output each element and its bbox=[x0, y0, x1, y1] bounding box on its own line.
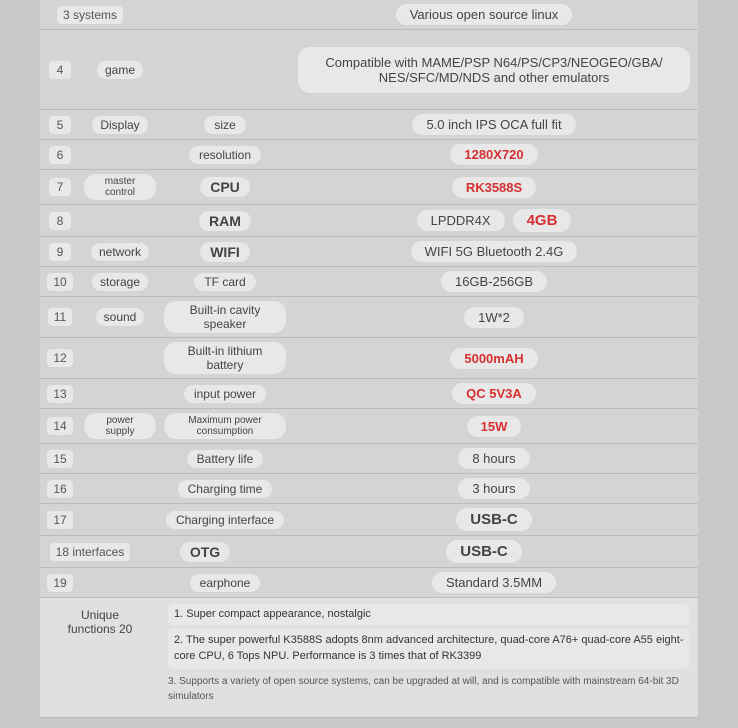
category-label: storage bbox=[92, 273, 148, 291]
unique-point: 2. The super powerful K3588S adopts 8nm … bbox=[168, 628, 690, 669]
category-label: network bbox=[91, 243, 149, 261]
row-number: 17 bbox=[47, 511, 72, 529]
subcategory-label: resolution bbox=[189, 146, 261, 164]
spec-table: 3 systems Various open source linux 4 game C… bbox=[40, 0, 698, 718]
table-row: 13 input power QC 5V3A bbox=[40, 379, 698, 409]
row-number: 3 systems bbox=[57, 6, 123, 24]
spec-value-secondary: 4GB bbox=[513, 209, 572, 232]
row-number: 12 bbox=[47, 349, 72, 367]
subcategory-label: input power bbox=[184, 385, 266, 403]
subcategory-label: RAM bbox=[199, 211, 251, 231]
table-row: 11 sound Built-in cavity speaker 1W*2 bbox=[40, 297, 698, 338]
spec-value: 5000mAH bbox=[450, 348, 537, 369]
table-row: 4 game Compatible with MAME/PSP N64/PS/CP3… bbox=[40, 30, 698, 110]
table-row: 16 Charging time 3 hours bbox=[40, 474, 698, 504]
spec-value: USB-C bbox=[446, 540, 522, 563]
spec-value: 5.0 inch IPS OCA full fit bbox=[412, 114, 575, 135]
unique-functions-row: Unique functions 201. Super compact appe… bbox=[40, 598, 698, 718]
row-number: 4 bbox=[49, 61, 71, 79]
unique-content: 1. Super compact appearance, nostalgic 2.… bbox=[160, 598, 698, 712]
table-row: 3 systems Various open source linux bbox=[40, 0, 698, 30]
spec-value: Compatible with MAME/PSP N64/PS/CP3/NEOG… bbox=[298, 47, 690, 93]
spec-value: QC 5V3A bbox=[452, 383, 536, 404]
category-label: game bbox=[97, 61, 143, 79]
table-row: 6 resolution 1280X720 bbox=[40, 140, 698, 170]
row-number: 13 bbox=[47, 385, 72, 403]
row-number: 16 bbox=[47, 480, 72, 498]
unique-point: 3. Supports a variety of open source sys… bbox=[168, 672, 690, 706]
spec-value: 1W*2 bbox=[464, 307, 524, 328]
table-row: 7 master control CPU RK3588S bbox=[40, 170, 698, 205]
spec-value: 8 hours bbox=[458, 448, 529, 469]
subcategory-label: TF card bbox=[194, 273, 255, 291]
row-number: 7 bbox=[49, 178, 71, 196]
category-label: master control bbox=[84, 174, 156, 200]
row-number: 11 bbox=[48, 308, 72, 326]
spec-value: 1280X720 bbox=[450, 144, 537, 165]
spec-value: 3 hours bbox=[458, 478, 529, 499]
row-number: 19 bbox=[47, 574, 72, 592]
table-row: 5 Display size 5.0 inch IPS OCA full fit bbox=[40, 110, 698, 140]
row-number: 10 bbox=[47, 273, 72, 291]
table-row: 19 earphone Standard 3.5MM bbox=[40, 568, 698, 598]
main-container: 3 systems Various open source linux 4 game C… bbox=[0, 0, 738, 718]
table-row: 14 power supply Maximum power consumption 1… bbox=[40, 409, 698, 444]
table-row: 17 Charging interface USB-C bbox=[40, 504, 698, 536]
subcategory-label: Battery life bbox=[187, 450, 264, 468]
spec-value: RK3588S bbox=[452, 177, 536, 198]
table-row: 12 Built-in lithium battery 5000mAH bbox=[40, 338, 698, 379]
row-number: 5 bbox=[49, 116, 71, 134]
row-number: 6 bbox=[49, 146, 71, 164]
subcategory-label: OTG bbox=[180, 542, 230, 562]
table-row: 10 storage TF card 16GB-256GB bbox=[40, 267, 698, 297]
category-label: sound bbox=[96, 308, 145, 326]
row-number: 15 bbox=[47, 450, 72, 468]
row-number: 9 bbox=[49, 243, 71, 261]
subcategory-label: Charging interface bbox=[166, 511, 284, 529]
spec-value: LPDDR4X bbox=[417, 210, 505, 231]
row-number: 8 bbox=[49, 212, 71, 230]
spec-value: Standard 3.5MM bbox=[432, 572, 556, 593]
table-row: 15 Battery life 8 hours bbox=[40, 444, 698, 474]
row-number: 14 bbox=[47, 417, 72, 435]
subcategory-label: Built-in lithium battery bbox=[164, 342, 286, 374]
unique-point: 1. Super compact appearance, nostalgic bbox=[168, 604, 690, 625]
subcategory-label: WIFI bbox=[200, 242, 250, 262]
subcategory-label: Built-in cavity speaker bbox=[164, 301, 286, 333]
subcategory-label: earphone bbox=[190, 574, 261, 592]
table-row: 9 network WIFI WIFI 5G Bluetooth 2.4G bbox=[40, 237, 698, 267]
subcategory-label: CPU bbox=[200, 177, 250, 197]
row-number: 18 interfaces bbox=[50, 543, 131, 561]
subcategory-label: Maximum power consumption bbox=[164, 413, 286, 439]
table-row: 8 RAM LPDDR4X 4GB bbox=[40, 205, 698, 237]
subcategory-label: size bbox=[204, 116, 245, 134]
subcategory-label: Charging time bbox=[178, 480, 273, 498]
table-row: 18 interfaces OTG USB-C bbox=[40, 536, 698, 568]
spec-value: Various open source linux bbox=[396, 4, 573, 25]
spec-value: 16GB-256GB bbox=[441, 271, 547, 292]
spec-value: 15W bbox=[467, 416, 522, 437]
category-label: Display bbox=[92, 116, 147, 134]
unique-label: Unique functions 20 bbox=[40, 598, 160, 646]
category-label: power supply bbox=[84, 413, 156, 439]
spec-value: USB-C bbox=[456, 508, 532, 531]
spec-value: WIFI 5G Bluetooth 2.4G bbox=[411, 241, 578, 262]
